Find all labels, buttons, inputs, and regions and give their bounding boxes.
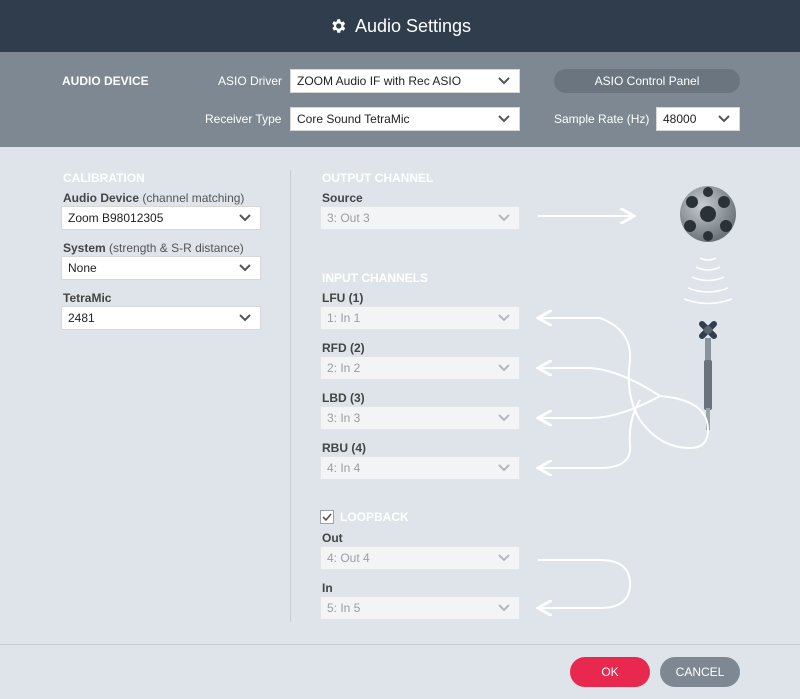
dodecahedron-speaker-icon [680, 186, 736, 242]
signal-routing-diagram [0, 186, 736, 699]
sound-waves-icon [683, 257, 733, 305]
ok-button[interactable]: OK [570, 657, 650, 687]
loopback-arrow [538, 559, 632, 608]
cancel-button[interactable]: CANCEL [660, 657, 740, 687]
input-routing-lines [540, 318, 709, 468]
